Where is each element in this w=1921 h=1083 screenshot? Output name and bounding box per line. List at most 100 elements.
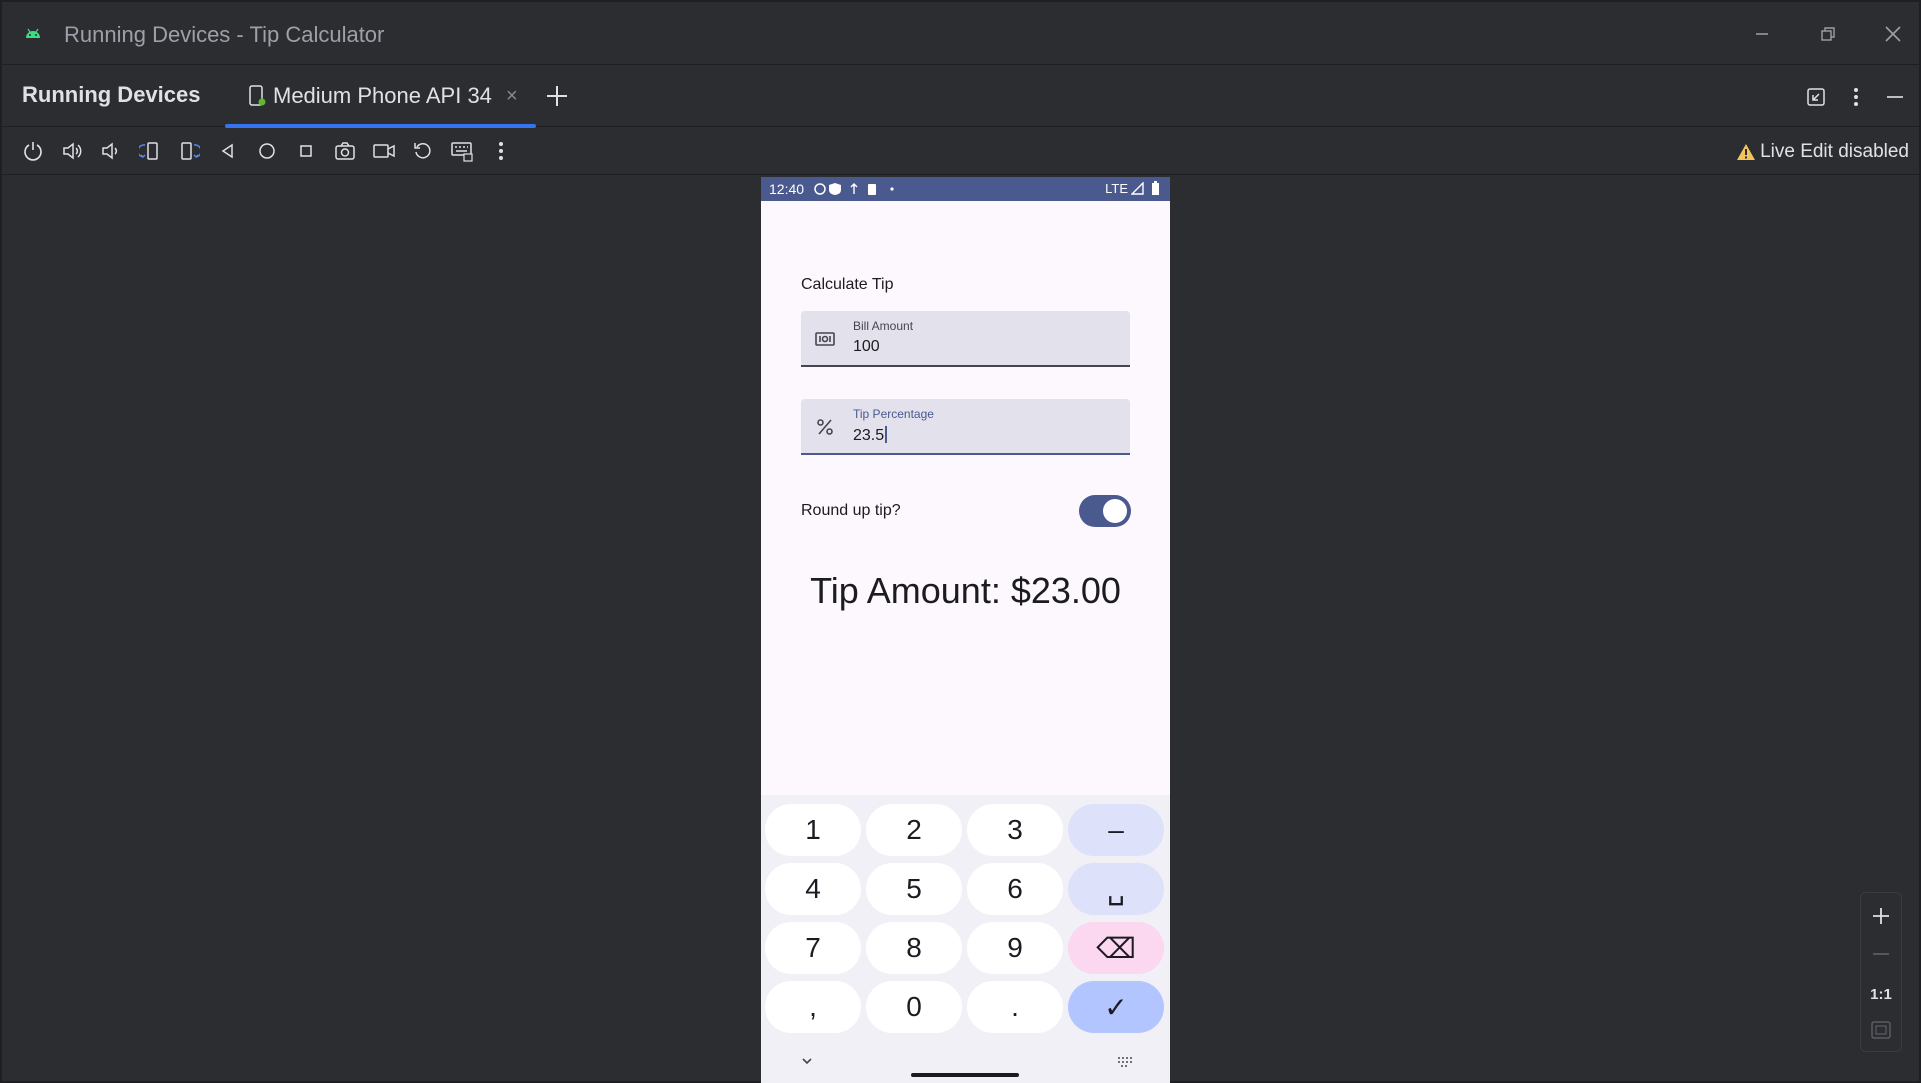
live-edit-label: Live Edit disabled (1760, 141, 1909, 162)
camera-icon (335, 142, 355, 160)
key-0[interactable]: 0 (866, 981, 962, 1033)
percent-icon (813, 415, 837, 439)
plus-icon (547, 86, 567, 106)
hide-panel-button[interactable] (1881, 83, 1909, 111)
key-9[interactable]: 9 (967, 922, 1063, 974)
tip-percentage-field[interactable]: Tip Percentage 23.5 (801, 399, 1130, 455)
close-icon (1885, 26, 1901, 42)
tab-label: Medium Phone API 34 (273, 83, 492, 108)
key-3[interactable]: 3 (967, 804, 1063, 856)
bill-amount-value: 100 (853, 338, 880, 355)
screen-record-button[interactable] (369, 136, 399, 166)
device-toolbar: Live Edit disabled (2, 127, 1919, 175)
key-1[interactable]: 1 (765, 804, 861, 856)
rotate-right-button[interactable] (174, 136, 204, 166)
minimize-icon (1756, 33, 1768, 35)
overview-button[interactable] (291, 136, 321, 166)
device-icon (249, 85, 266, 106)
back-icon (221, 143, 233, 159)
home-icon (259, 143, 275, 159)
rotate-left-button[interactable] (135, 136, 165, 166)
tip-percentage-value: 23.5 (853, 427, 885, 444)
text-cursor (885, 426, 888, 443)
power-button[interactable] (18, 136, 48, 166)
panel-title: Running Devices (22, 82, 201, 107)
battery-icon (1152, 181, 1159, 195)
status-bar: 12:40 LTE (761, 177, 1170, 201)
warning-icon (1737, 144, 1756, 160)
key-8[interactable]: 8 (866, 922, 962, 974)
fit-screen-button[interactable] (1866, 1015, 1896, 1045)
close-window-button[interactable] (1875, 16, 1911, 52)
overview-icon (300, 145, 312, 157)
rotate-right-icon (181, 142, 200, 160)
video-camera-icon (373, 144, 395, 158)
key-period[interactable]: . (967, 981, 1063, 1033)
reset-icon (414, 143, 431, 159)
reset-button[interactable] (408, 136, 438, 166)
round-up-label: Round up tip? (801, 502, 901, 519)
key-4[interactable]: 4 (765, 863, 861, 915)
bill-amount-field[interactable]: Bill Amount 100 (801, 311, 1130, 367)
key-5[interactable]: 5 (866, 863, 962, 915)
title-bar: Running Devices - Tip Calculator (2, 2, 1919, 65)
detach-button[interactable] (1802, 83, 1830, 111)
key-space[interactable]: ␣ (1068, 863, 1164, 915)
android-studio-window: Running Devices - Tip Calculator Running… (0, 0, 1921, 1083)
volume-up-button[interactable] (57, 136, 87, 166)
volume-down-icon (102, 142, 118, 160)
rotate-left-icon (139, 142, 158, 160)
volume-up-icon (63, 142, 82, 160)
tab-close-button[interactable]: × (506, 85, 518, 108)
chevron-down-icon[interactable] (797, 1053, 817, 1069)
more-vertical-icon (499, 142, 503, 160)
virtual-keyboard-button[interactable] (447, 136, 477, 166)
screenshot-button[interactable] (330, 136, 360, 166)
keyboard-icon (451, 142, 473, 162)
switch-thumb (1103, 499, 1127, 523)
live-edit-status[interactable]: Live Edit disabled (1736, 141, 1909, 163)
gesture-nav-handle[interactable] (911, 1073, 1019, 1077)
minus-icon (1873, 953, 1889, 955)
key-done[interactable]: ✓ (1068, 981, 1164, 1033)
window-title: Running Devices - Tip Calculator (64, 22, 385, 47)
app-heading: Calculate Tip (801, 276, 894, 293)
tab-medium-phone[interactable]: Medium Phone API 34 × (225, 65, 536, 128)
restore-button[interactable] (1810, 16, 1846, 52)
zoom-out-button[interactable] (1866, 939, 1896, 969)
signal-icon (1131, 182, 1144, 195)
options-button[interactable] (1842, 83, 1870, 111)
tip-amount-result: Tip Amount: $23.00 (810, 570, 1121, 611)
minimize-button[interactable] (1744, 16, 1780, 52)
key-6[interactable]: 6 (967, 863, 1063, 915)
status-time: 12:40 (769, 181, 805, 197)
plus-icon (1873, 908, 1889, 924)
toolbar-more-button[interactable] (486, 136, 516, 166)
add-device-button[interactable] (542, 81, 572, 111)
numeric-keyboard: 1 2 3 – 4 5 6 ␣ 7 8 9 ⌫ , 0 . ✓ (761, 795, 1170, 1083)
zoom-in-button[interactable] (1866, 901, 1896, 931)
detach-icon (1807, 88, 1825, 106)
home-button[interactable] (252, 136, 282, 166)
bill-amount-label: Bill Amount (853, 319, 914, 333)
volume-down-button[interactable] (95, 136, 125, 166)
key-comma[interactable]: , (765, 981, 861, 1033)
zoom-controls: 1:1 (1860, 892, 1902, 1052)
key-7[interactable]: 7 (765, 922, 861, 974)
status-network: LTE (1105, 181, 1128, 196)
key-backspace[interactable]: ⌫ (1068, 922, 1164, 974)
restore-icon (1821, 27, 1835, 41)
status-notification-icons (814, 183, 894, 195)
more-vertical-icon (1854, 88, 1858, 106)
android-icon (26, 28, 40, 38)
keyboard-switch-icon[interactable] (1115, 1055, 1135, 1069)
device-screen[interactable]: 12:40 LTE Calculate Tip Bill Amount 100 (761, 177, 1170, 1083)
tip-percentage-input[interactable]: 23.5 (853, 426, 888, 445)
round-up-switch[interactable] (1079, 495, 1131, 527)
fit-screen-icon (1871, 1021, 1891, 1039)
actual-size-button[interactable]: 1:1 (1866, 979, 1896, 1009)
key-2[interactable]: 2 (866, 804, 962, 856)
power-icon (24, 142, 42, 161)
key-minus[interactable]: – (1068, 804, 1164, 856)
back-button[interactable] (213, 136, 243, 166)
